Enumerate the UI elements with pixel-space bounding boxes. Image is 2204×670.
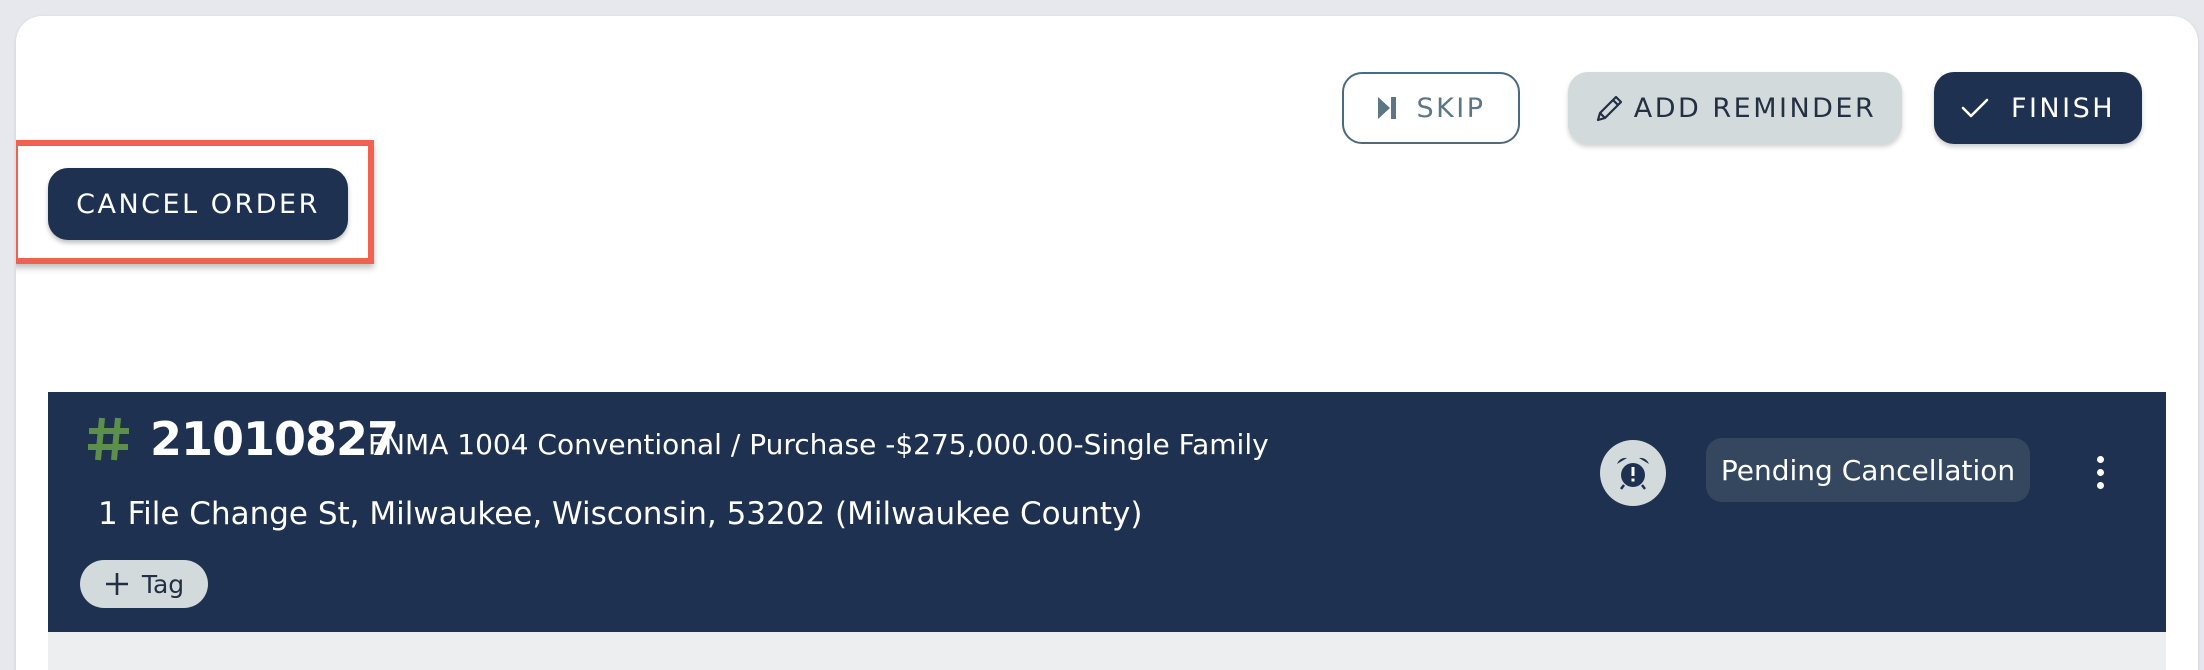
add-reminder-button[interactable]: ADD REMINDER xyxy=(1568,72,1902,144)
finish-label: FINISH xyxy=(2010,92,2116,124)
add-tag-button[interactable]: Tag xyxy=(80,560,208,608)
add-reminder-label: ADD REMINDER xyxy=(1633,92,1877,124)
order-number: 21010827 xyxy=(150,412,399,466)
alarm-clock-icon xyxy=(1617,457,1649,490)
order-header: 21010827 FNMA 1004 Conventional / Purcha… xyxy=(48,392,2166,632)
skip-label: SKIP xyxy=(1416,92,1486,124)
plus-icon xyxy=(105,573,128,595)
more-options-button[interactable] xyxy=(2084,444,2116,500)
order-content-area xyxy=(48,632,2166,670)
tag-label: Tag xyxy=(141,569,185,599)
skip-next-icon xyxy=(1378,97,1397,119)
cancel-order-label: CANCEL ORDER xyxy=(76,188,320,220)
order-address: 1 File Change St, Milwaukee, Wisconsin, … xyxy=(98,496,1143,532)
cancel-order-button[interactable]: CANCEL ORDER xyxy=(48,168,348,240)
more-dot xyxy=(2096,468,2104,476)
more-vertical-icon xyxy=(2096,455,2104,463)
order-description: FNMA 1004 Conventional / Purchase -$275,… xyxy=(368,428,1269,461)
order-card: SKIP ADD REMINDER FINISH CANCEL ORDER 21… xyxy=(16,16,2198,670)
check-icon xyxy=(1961,98,1989,118)
hash-icon xyxy=(88,417,129,461)
more-dot xyxy=(2096,481,2104,489)
finish-button[interactable]: FINISH xyxy=(1934,72,2142,144)
status-badge: Pending Cancellation xyxy=(1706,438,2030,502)
pencil-icon xyxy=(1596,95,1622,122)
skip-button[interactable]: SKIP xyxy=(1342,72,1520,144)
alarm-button[interactable] xyxy=(1600,440,1666,506)
